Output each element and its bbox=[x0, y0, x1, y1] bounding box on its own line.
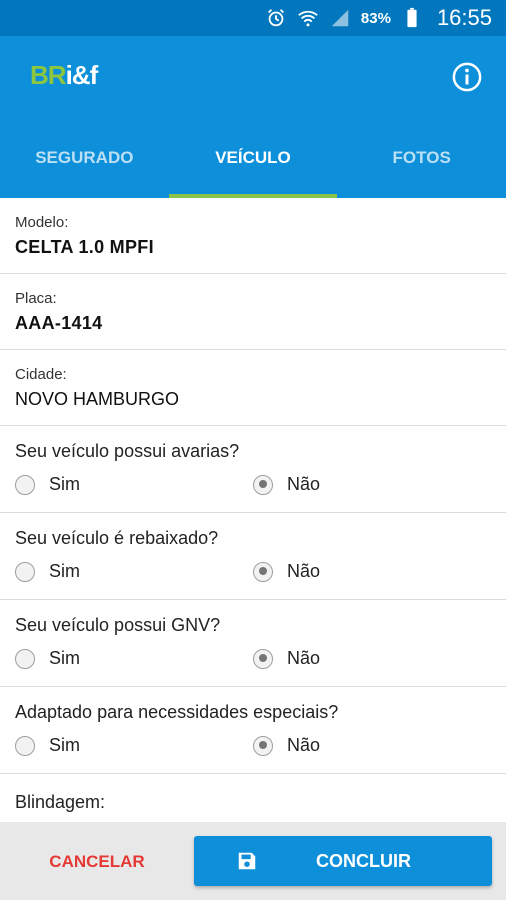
conclude-button[interactable]: CONCLUIR bbox=[194, 836, 492, 886]
radio-group: Sim Não bbox=[15, 735, 491, 756]
field-modelo: Modelo: CELTA 1.0 MPFI bbox=[0, 198, 506, 274]
blindagem-label: Blindagem: bbox=[15, 792, 106, 812]
radio-option-sim[interactable]: Sim bbox=[15, 561, 253, 582]
vehicle-form[interactable]: Modelo: CELTA 1.0 MPFI Placa: AAA-1414 C… bbox=[0, 198, 506, 822]
radio-group: Sim Não bbox=[15, 561, 491, 582]
modelo-value: CELTA 1.0 MPFI bbox=[15, 237, 154, 257]
question-avarias: Seu veículo possui avarias? Sim Não bbox=[0, 426, 506, 513]
question-blindagem: Blindagem: bbox=[0, 774, 506, 822]
tab-veiculo[interactable]: VEÍCULO bbox=[168, 118, 338, 198]
modelo-label: Modelo: bbox=[15, 214, 69, 231]
tab-fotos[interactable]: FOTOS bbox=[337, 118, 506, 198]
radio-option-nao[interactable]: Não bbox=[253, 735, 491, 756]
question-text: Seu veículo possui avarias? bbox=[15, 441, 240, 461]
conclude-label: CONCLUIR bbox=[316, 850, 411, 871]
radio-option-nao[interactable]: Não bbox=[253, 561, 491, 582]
save-icon bbox=[238, 852, 256, 870]
question-necessidades-especiais: Adaptado para necessidades especiais? Si… bbox=[0, 687, 506, 774]
alarm-icon bbox=[267, 9, 284, 27]
radio-unchecked[interactable] bbox=[15, 561, 35, 582]
wifi-icon bbox=[298, 10, 318, 27]
radio-option-sim[interactable]: Sim bbox=[15, 474, 253, 495]
option-label: Não bbox=[287, 648, 321, 668]
option-label: Sim bbox=[49, 735, 80, 755]
tab-segurado[interactable]: SEGURADO bbox=[0, 118, 169, 198]
option-label: Não bbox=[287, 735, 321, 755]
radio-unchecked[interactable] bbox=[15, 735, 35, 756]
question-text: Seu veículo é rebaixado? bbox=[15, 528, 219, 548]
app-bar: BRi&f bbox=[0, 36, 506, 118]
status-bar: 83% 16:55 bbox=[0, 0, 506, 36]
field-cidade: Cidade: NOVO HAMBURGO bbox=[0, 350, 506, 426]
option-label: Sim bbox=[49, 474, 80, 494]
battery-icon bbox=[407, 7, 417, 28]
action-bar: CANCELAR CONCLUIR bbox=[0, 822, 506, 900]
question-gnv: Seu veículo possui GNV? Sim Não bbox=[0, 600, 506, 687]
placa-label: Placa: bbox=[15, 290, 57, 307]
radio-option-nao[interactable]: Não bbox=[253, 648, 491, 669]
radio-option-sim[interactable]: Sim bbox=[15, 648, 253, 669]
cancel-button[interactable]: CANCELAR bbox=[20, 840, 174, 884]
radio-unchecked[interactable] bbox=[15, 474, 35, 495]
tab-bar: SEGURADO VEÍCULO FOTOS bbox=[0, 118, 506, 198]
question-rebaixado: Seu veículo é rebaixado? Sim Não bbox=[0, 513, 506, 600]
signal-icon bbox=[331, 9, 349, 27]
question-text: Seu veículo possui GNV? bbox=[15, 615, 221, 635]
radio-checked[interactable] bbox=[253, 561, 273, 582]
cidade-value: NOVO HAMBURGO bbox=[15, 389, 180, 409]
radio-checked[interactable] bbox=[253, 735, 273, 756]
option-label: Sim bbox=[49, 561, 80, 581]
radio-checked[interactable] bbox=[253, 648, 273, 669]
radio-group: Sim Não bbox=[15, 474, 491, 495]
app-logo: BRi&f bbox=[30, 60, 98, 90]
info-icon[interactable] bbox=[452, 62, 482, 92]
option-label: Sim bbox=[49, 648, 80, 668]
field-placa: Placa: AAA-1414 bbox=[0, 274, 506, 350]
radio-option-nao[interactable]: Não bbox=[253, 474, 491, 495]
option-label: Não bbox=[287, 561, 321, 581]
battery-percent: 83% bbox=[360, 9, 391, 27]
clock-time: 16:55 bbox=[436, 5, 492, 30]
placa-value: AAA-1414 bbox=[15, 313, 103, 333]
question-text: Adaptado para necessidades especiais? bbox=[15, 702, 339, 722]
cidade-label: Cidade: bbox=[15, 366, 67, 383]
radio-checked[interactable] bbox=[253, 474, 273, 495]
radio-group: Sim Não bbox=[15, 648, 491, 669]
status-icons: 83% 16:55 bbox=[265, 0, 492, 36]
radio-unchecked[interactable] bbox=[15, 648, 35, 669]
option-label: Não bbox=[287, 474, 321, 494]
radio-option-sim[interactable]: Sim bbox=[15, 735, 253, 756]
